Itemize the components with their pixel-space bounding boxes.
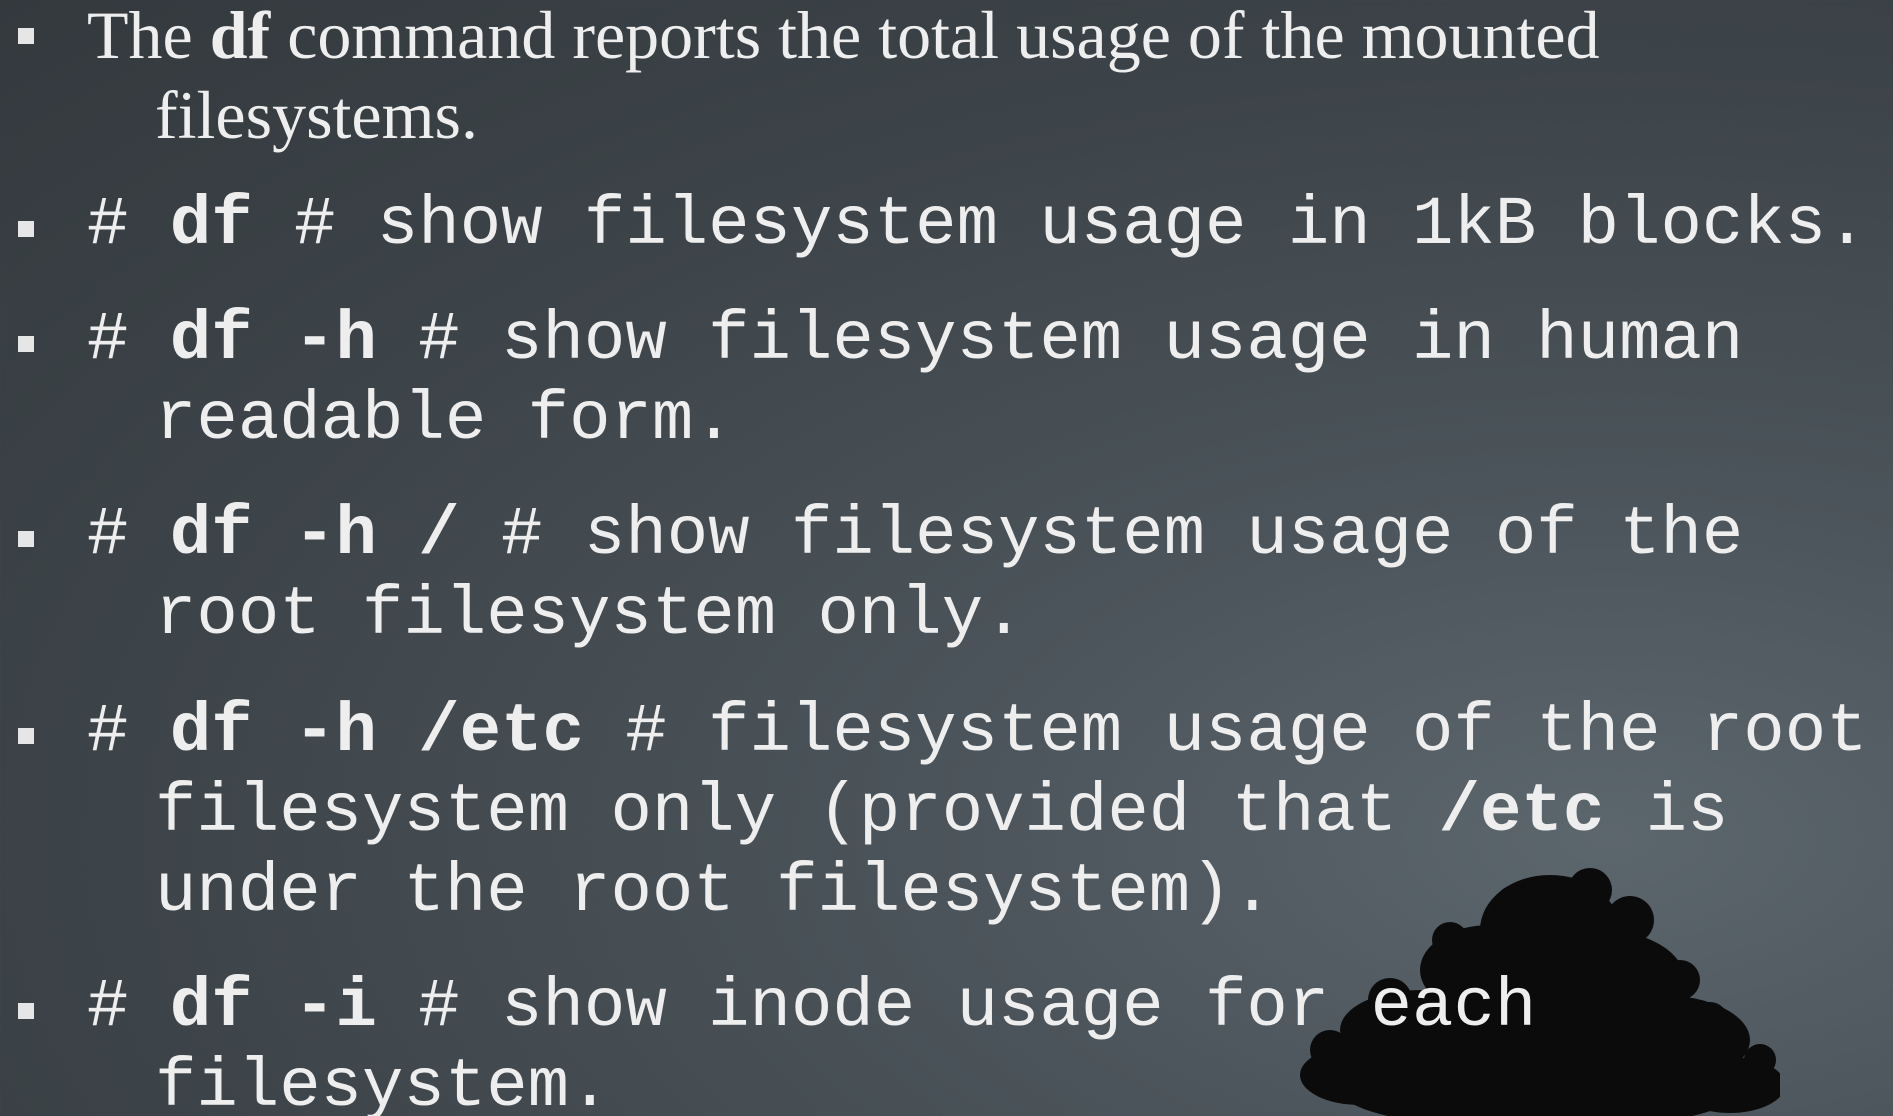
- intro-line-2: filesystems.: [155, 77, 478, 153]
- comment-text: # show filesystem usage in 1kB blocks.: [252, 186, 1868, 264]
- bullet-marker: [18, 28, 34, 44]
- df-keyword: df: [209, 0, 271, 73]
- command-line-df-h-root: # df -h / # show filesystem usage of the: [87, 496, 1744, 574]
- comment-continuation: filesystem only (provided that /etc is: [155, 773, 1729, 851]
- bullet-marker: [18, 221, 34, 237]
- comment-text: # show filesystem usage in human: [376, 301, 1744, 379]
- comment-continuation-2: under the root filesystem).: [155, 853, 1273, 931]
- bullet-marker: [18, 728, 34, 744]
- comment-continuation: readable form.: [155, 381, 735, 459]
- bullet-marker: [18, 1003, 34, 1019]
- intro-line-1: The df command reports the total usage o…: [87, 0, 1600, 74]
- command-text: df -h /etc: [169, 693, 584, 771]
- command-line-df-h: # df -h # show filesystem usage in human: [87, 301, 1744, 379]
- comment-text: # filesystem usage of the root: [583, 693, 1868, 771]
- command-text: df: [169, 186, 253, 264]
- comment-continuation: filesystem.: [155, 1048, 611, 1116]
- slide: The df command reports the total usage o…: [0, 0, 1893, 1116]
- command-line-df-h-etc: # df -h /etc # filesystem usage of the r…: [87, 693, 1868, 771]
- command-text: df -h /: [169, 496, 460, 574]
- comment-text: # show filesystem usage of the: [459, 496, 1744, 574]
- command-text: df -i: [169, 968, 377, 1046]
- bullet-marker: [18, 336, 34, 352]
- command-line-df-i: # df -i # show inode usage for each: [87, 968, 1537, 1046]
- comment-continuation: root filesystem only.: [155, 576, 1025, 654]
- comment-text: # show inode usage for each: [376, 968, 1537, 1046]
- command-text: df -h: [169, 301, 377, 379]
- command-line-df: # df # show filesystem usage in 1kB bloc…: [87, 186, 1868, 264]
- etc-path: /etc: [1438, 773, 1605, 851]
- bullet-marker: [18, 531, 34, 547]
